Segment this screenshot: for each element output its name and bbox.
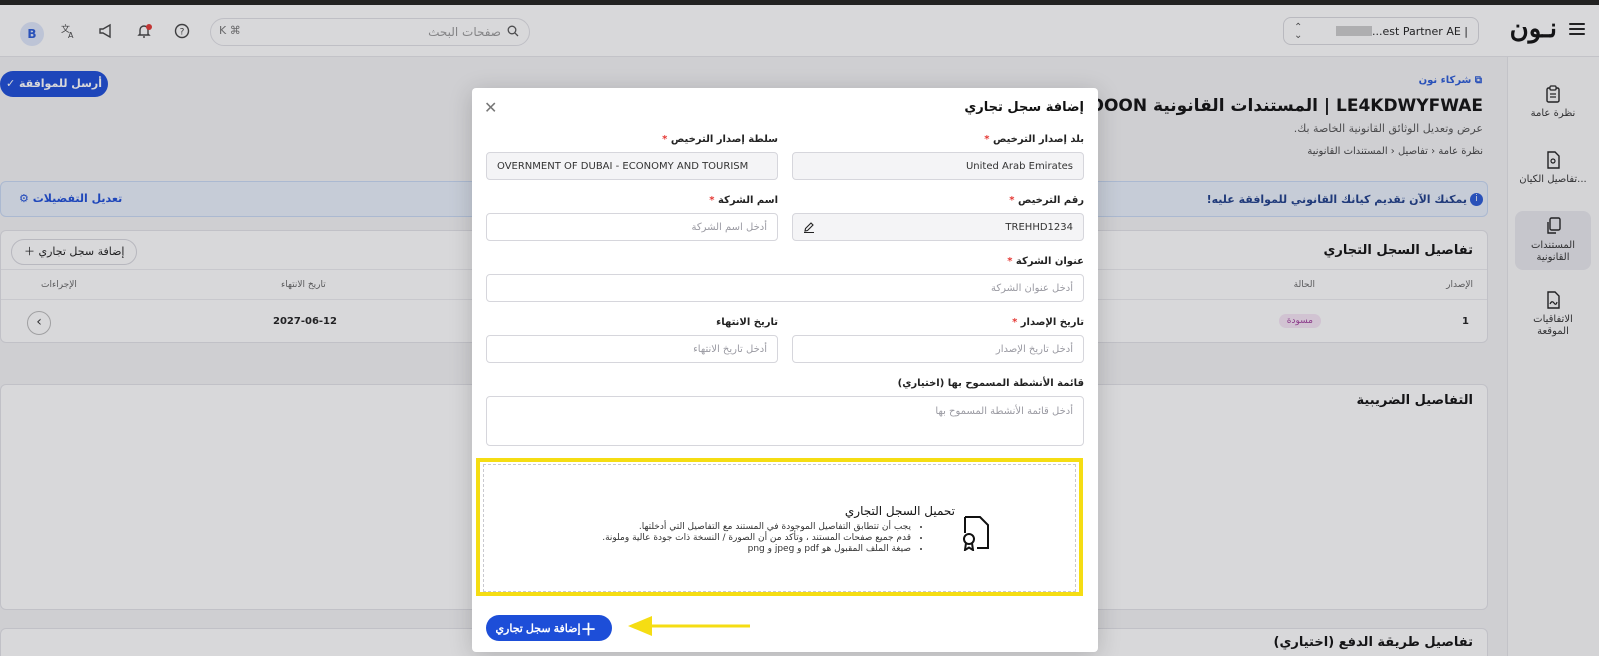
required-mark: * xyxy=(1009,195,1015,206)
company-name-field[interactable]: أدخل اسم الشركة xyxy=(486,213,778,241)
close-icon[interactable]: ✕ xyxy=(484,98,497,117)
company-address-label-text: عنوان الشركة xyxy=(1015,256,1084,267)
add-cr-submit-label: إضافة سجل تجاري xyxy=(495,622,581,635)
upload-instructions: يجب أن تتطابق التفاصيل الموجودة في المست… xyxy=(602,522,923,555)
add-cr-modal: إضافة سجل تجاري ✕ بلد إصدار الترخيص * Un… xyxy=(472,88,1098,652)
issue-date-label: تاريخ الإصدار * xyxy=(1012,317,1084,328)
license-no-value: TREHHD1234 xyxy=(1005,221,1073,233)
activities-textarea[interactable]: أدخل قائمة الأنشطة المسموح بها xyxy=(486,396,1084,446)
country-field[interactable]: United Arab Emirates xyxy=(792,152,1084,180)
required-mark: * xyxy=(984,134,990,145)
required-mark: * xyxy=(662,134,668,145)
plus-icon: ＋ xyxy=(580,622,597,639)
company-address-placeholder: أدخل عنوان الشركة xyxy=(990,282,1073,294)
upload-highlight: تحميل السجل التجاري يجب أن تتطابق التفاص… xyxy=(476,458,1083,596)
add-cr-submit-button[interactable]: ＋ إضافة سجل تجاري xyxy=(486,615,612,641)
required-mark: * xyxy=(709,195,715,206)
country-label: بلد إصدار الترخيص * xyxy=(984,134,1084,145)
activities-placeholder: أدخل قائمة الأنشطة المسموح بها xyxy=(935,406,1073,417)
issue-date-field[interactable]: أدخل تاريخ الإصدار xyxy=(792,335,1084,363)
company-address-label: عنوان الشركة * xyxy=(1007,256,1084,267)
upload-dropzone[interactable]: تحميل السجل التجاري يجب أن تتطابق التفاص… xyxy=(483,464,1076,592)
issue-date-placeholder: أدخل تاريخ الإصدار xyxy=(995,343,1073,355)
upload-instruction: يجب أن تتطابق التفاصيل الموجودة في المست… xyxy=(602,522,911,533)
expiry-date-placeholder: أدخل تاريخ الانتهاء xyxy=(693,343,767,355)
authority-label: سلطة إصدار الترخيص * xyxy=(662,134,778,145)
company-address-field[interactable]: أدخل عنوان الشركة xyxy=(486,274,1084,302)
authority-field[interactable]: OVERNMENT OF DUBAI - ECONOMY AND TOURISM xyxy=(486,152,778,180)
authority-label-text: سلطة إصدار الترخيص xyxy=(670,134,778,145)
yellow-arrow-annotation xyxy=(628,616,750,636)
country-value: United Arab Emirates xyxy=(965,160,1073,172)
upload-instruction: صيغة الملف المقبول هو pdf و jpeg و png xyxy=(602,544,911,555)
country-label-text: بلد إصدار الترخيص xyxy=(992,134,1084,145)
company-name-label-text: اسم الشركة xyxy=(717,195,778,206)
certificate-file-icon xyxy=(963,516,989,551)
activities-label: قائمة الأنشطة المسموح بها (اختياري) xyxy=(897,378,1084,389)
authority-value: OVERNMENT OF DUBAI - ECONOMY AND TOURISM xyxy=(497,160,749,172)
expiry-date-field[interactable]: أدخل تاريخ الانتهاء xyxy=(486,335,778,363)
company-name-placeholder: أدخل اسم الشركة xyxy=(691,221,767,233)
company-name-label: اسم الشركة * xyxy=(709,195,778,206)
issue-date-label-text: تاريخ الإصدار xyxy=(1020,317,1084,328)
license-no-label: رقم الترخيص * xyxy=(1009,195,1084,206)
license-no-label-text: رقم الترخيص xyxy=(1017,195,1084,206)
modal-title: إضافة سجل تجاري xyxy=(964,100,1084,115)
pencil-icon[interactable] xyxy=(803,221,815,233)
license-no-field[interactable]: TREHHD1234 xyxy=(792,213,1084,241)
required-mark: * xyxy=(1012,317,1018,328)
required-mark: * xyxy=(1007,256,1013,267)
expiry-date-label: تاريخ الانتهاء xyxy=(716,317,778,328)
upload-title: تحميل السجل التجاري xyxy=(844,504,955,518)
upload-instruction: قدم جميع صفحات المستند ، وتأكد من أن الص… xyxy=(602,533,911,544)
